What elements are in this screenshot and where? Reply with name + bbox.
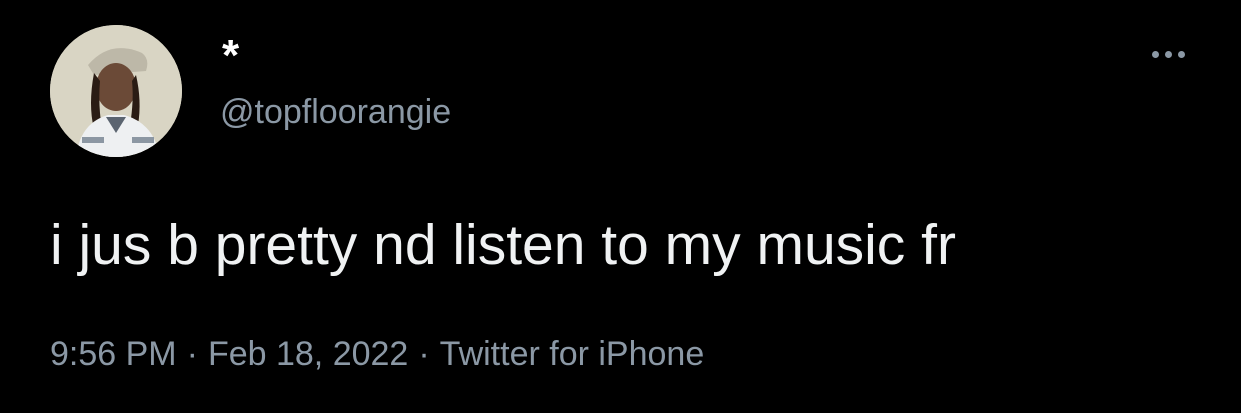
more-options-button[interactable] (1140, 40, 1196, 68)
more-horizontal-icon (1164, 50, 1172, 58)
avatar-photo (50, 25, 182, 157)
tweet-text: i jus b pretty nd listen to my music fr (50, 213, 956, 277)
display-name[interactable]: * (222, 34, 239, 78)
tweet-date[interactable]: Feb 18, 2022 (208, 335, 408, 373)
tweet-time[interactable]: 9:56 PM (50, 335, 177, 373)
user-handle[interactable]: @topfloorangie (220, 92, 451, 132)
avatar[interactable] (50, 25, 182, 157)
more-horizontal-icon (1151, 50, 1159, 58)
tweet-source[interactable]: Twitter for iPhone (440, 335, 705, 373)
tweet-metadata: 9:56 PM · Feb 18, 2022 · Twitter for iPhone (50, 332, 704, 376)
more-horizontal-icon (1177, 50, 1185, 58)
meta-separator: · (186, 335, 198, 373)
tweet-card: * @topfloorangie i jus b pretty nd liste… (0, 0, 1241, 413)
meta-separator: · (418, 335, 430, 373)
